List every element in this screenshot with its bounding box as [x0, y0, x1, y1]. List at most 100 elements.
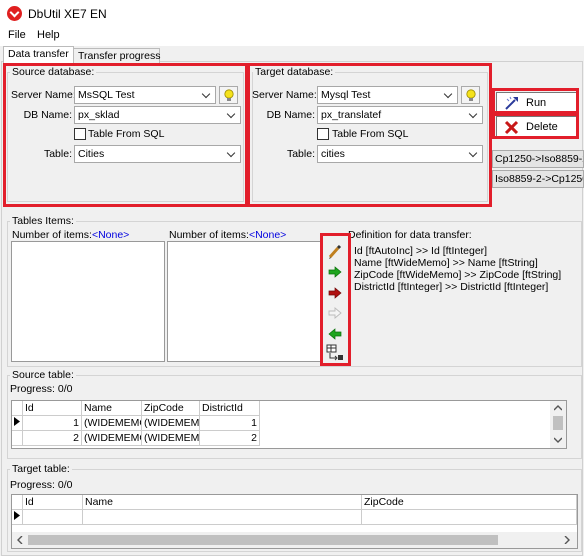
- definition-item[interactable]: Id [ftAutoInc] >> Id [ftInteger]: [354, 245, 561, 257]
- run-icon: [505, 96, 518, 110]
- target-table-from-sql-label: Table From SQL: [332, 128, 409, 140]
- table-cell[interactable]: (WIDEMEMO: [82, 416, 142, 431]
- arrow-right-disabled-icon: [328, 307, 342, 319]
- column-header[interactable]: Name: [83, 495, 362, 510]
- source-table-select[interactable]: Cities: [74, 145, 241, 163]
- chevron-down-icon: [466, 146, 482, 162]
- source-server-bulb-button[interactable]: [219, 86, 238, 104]
- source-db-label: DB Name:: [23, 109, 72, 121]
- arrow-right-red-icon[interactable]: [327, 285, 343, 301]
- pencil-icon[interactable]: [327, 244, 343, 260]
- left-items-count: Number of items:<None>: [12, 229, 129, 241]
- target-server-label: Server Name:: [252, 89, 317, 101]
- right-items-count: Number of items:<None>: [169, 229, 286, 241]
- source-table-label: Table:: [43, 148, 72, 160]
- column-header[interactable]: Id: [23, 401, 82, 416]
- target-table-select[interactable]: cities: [317, 145, 483, 163]
- target-server-value: Mysql Test: [321, 89, 371, 101]
- tab-transfer-progress[interactable]: Transfer progress: [73, 48, 160, 63]
- definition-list[interactable]: Id [ftAutoInc] >> Id [ftInteger] Name [f…: [354, 245, 561, 293]
- arrow-right-green-icon[interactable]: [327, 264, 343, 280]
- title-bar: DbUtil XE7 EN: [0, 0, 584, 28]
- arrow-left-green-icon[interactable]: [327, 326, 343, 342]
- run-button[interactable]: Run: [496, 92, 578, 114]
- target-db-label: DB Name:: [266, 109, 315, 121]
- target-server-select[interactable]: Mysql Test: [317, 86, 458, 104]
- app-icon: [7, 6, 22, 21]
- chevron-down-icon: [441, 87, 457, 103]
- table-cell[interactable]: 2: [23, 431, 82, 446]
- scroll-right-icon[interactable]: [564, 536, 570, 544]
- codepage-8859-to-1250[interactable]: Iso8859-2->Cp1250: [492, 170, 584, 188]
- target-table-label: Table:: [286, 148, 315, 160]
- source-progress: Progress: 0/0: [10, 383, 73, 395]
- horizontal-scrollbar[interactable]: [12, 532, 577, 548]
- table-cell[interactable]: (WIDEMEMO: [142, 416, 200, 431]
- target-table-group-label: Target table:: [10, 463, 72, 475]
- chevron-down-icon: [466, 107, 482, 123]
- table-cell[interactable]: [83, 510, 362, 525]
- tab-strip: Data transfer Transfer progress: [0, 46, 584, 63]
- current-row-icon: [14, 511, 20, 520]
- scroll-up-icon[interactable]: [554, 405, 562, 411]
- table-cell[interactable]: 1: [200, 416, 260, 431]
- menu-file[interactable]: File: [8, 29, 26, 41]
- scroll-thumb[interactable]: [28, 535, 498, 545]
- column-header[interactable]: Id: [23, 495, 83, 510]
- left-items-list[interactable]: [11, 241, 165, 362]
- definition-item[interactable]: Name [ftWideMemo] >> Name [ftString]: [354, 257, 561, 269]
- source-table-grid[interactable]: Id Name ZipCode DistrictId 1 (WIDEMEMO (…: [11, 400, 567, 449]
- column-header[interactable]: DistrictId: [200, 401, 260, 416]
- left-count-value[interactable]: <None>: [92, 229, 129, 241]
- right-count-label: Number of items:: [169, 229, 249, 241]
- definition-item[interactable]: ZipCode [ftWideMemo] >> ZipCode [ftStrin…: [354, 269, 561, 281]
- target-table-from-sql-checkbox[interactable]: [317, 128, 329, 140]
- target-table-grid[interactable]: Id Name ZipCode: [11, 494, 578, 549]
- scroll-left-icon[interactable]: [17, 536, 23, 544]
- target-table-value: cities: [321, 148, 345, 160]
- table-cell[interactable]: (WIDEMEMO: [82, 431, 142, 446]
- delete-button-label: Delete: [526, 121, 558, 133]
- source-database-label: Source database:: [10, 66, 97, 78]
- run-button-label: Run: [526, 97, 547, 109]
- right-items-list[interactable]: [167, 241, 322, 362]
- table-cell[interactable]: [362, 510, 577, 525]
- target-server-bulb-button[interactable]: [461, 86, 480, 104]
- chevron-down-icon: [224, 146, 240, 162]
- scroll-down-icon[interactable]: [554, 437, 562, 443]
- source-table-from-sql-label: Table From SQL: [88, 128, 165, 140]
- table-map-icon[interactable]: [326, 344, 344, 362]
- delete-button[interactable]: Delete: [496, 116, 578, 138]
- column-header[interactable]: ZipCode: [362, 495, 577, 510]
- vertical-scrollbar[interactable]: [550, 401, 566, 448]
- target-db-value: px_translatef: [321, 109, 382, 121]
- table-cell[interactable]: 1: [23, 416, 82, 431]
- source-db-value: px_sklad: [78, 109, 120, 121]
- codepage-1250-to-8859[interactable]: Cp1250->Iso8859-2: [492, 150, 584, 168]
- definition-label: Definition for data transfer:: [348, 229, 472, 241]
- source-db-select[interactable]: px_sklad: [74, 106, 241, 124]
- source-server-select[interactable]: MsSQL Test: [74, 86, 216, 104]
- tab-data-transfer[interactable]: Data transfer: [3, 46, 74, 63]
- row-indicator: [12, 431, 23, 446]
- target-progress: Progress: 0/0: [10, 479, 73, 491]
- table-cell[interactable]: [23, 510, 83, 525]
- source-server-value: MsSQL Test: [78, 89, 135, 101]
- target-db-select[interactable]: px_translatef: [317, 106, 483, 124]
- scroll-thumb[interactable]: [553, 416, 563, 430]
- left-count-label: Number of items:: [12, 229, 92, 241]
- grid-indicator-header: [12, 495, 23, 510]
- column-header[interactable]: ZipCode: [142, 401, 200, 416]
- definition-item[interactable]: DistrictId [ftInteger] >> DistrictId [ft…: [354, 281, 561, 293]
- grid-indicator-header: [12, 401, 23, 416]
- menu-help[interactable]: Help: [37, 29, 60, 41]
- table-cell[interactable]: (WIDEMEMO: [142, 431, 200, 446]
- column-header[interactable]: Name: [82, 401, 142, 416]
- chevron-down-icon: [224, 107, 240, 123]
- table-cell[interactable]: 2: [200, 431, 260, 446]
- right-count-value[interactable]: <None>: [249, 229, 286, 241]
- row-indicator: [12, 510, 23, 525]
- source-server-label: Server Name:: [11, 89, 76, 101]
- source-table-from-sql-checkbox[interactable]: [74, 128, 86, 140]
- menu-bar: File Help: [0, 28, 584, 46]
